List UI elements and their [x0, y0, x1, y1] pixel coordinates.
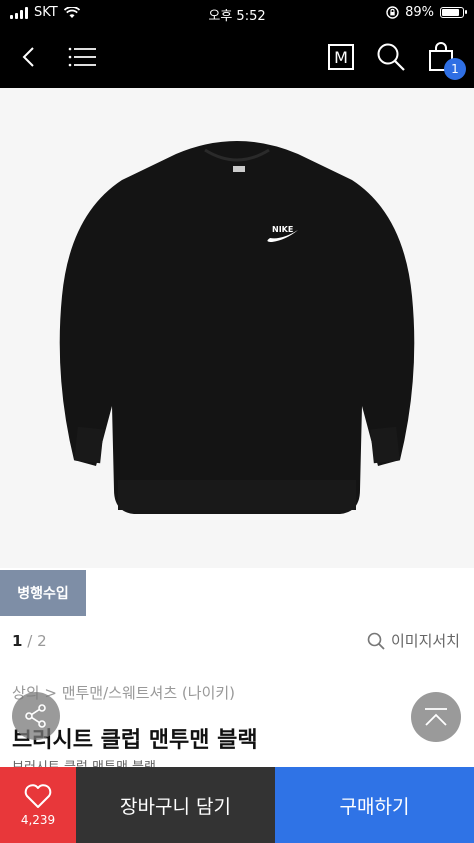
status-right: 89%: [386, 5, 467, 20]
product-image[interactable]: NIKE: [0, 88, 474, 568]
battery-icon: [440, 7, 467, 18]
pager-separator: /: [27, 632, 33, 650]
battery-fill: [442, 9, 459, 16]
top-navigation: M: [0, 26, 474, 88]
like-count: 4,239: [20, 813, 56, 827]
hamburger-menu-icon: [68, 47, 96, 67]
status-bar: SKT 오후 5:52 89%: [0, 0, 474, 26]
cart-count-badge: 1: [444, 58, 466, 80]
m-logo: M: [328, 44, 354, 70]
share-button[interactable]: [12, 692, 60, 740]
back-arrow-icon: [22, 47, 34, 67]
pager-current: 1: [12, 632, 23, 650]
menu-button[interactable]: [66, 26, 98, 88]
pager-total: 2: [37, 632, 47, 650]
m-button[interactable]: M: [326, 26, 356, 88]
nike-logo-text: NIKE: [272, 225, 293, 234]
sweatshirt-illustration: NIKE: [59, 141, 415, 514]
image-search-icon: [367, 632, 385, 650]
buy-now-button[interactable]: 구매하기: [275, 767, 474, 843]
image-search-label: 이미지서치: [390, 632, 460, 650]
bottom-action-bar: 4,239 장바구니 담기 구매하기: [0, 767, 474, 843]
battery-percent: 89%: [405, 5, 434, 20]
back-button[interactable]: [14, 26, 44, 88]
search-icon: [377, 43, 405, 71]
scroll-top-button[interactable]: [411, 692, 461, 742]
search-button[interactable]: [374, 26, 408, 88]
add-to-cart-button[interactable]: 장바구니 담기: [76, 767, 275, 843]
parallel-import-tag: 병행수입: [0, 570, 86, 616]
heart-icon: [24, 784, 52, 808]
like-button[interactable]: 4,239: [0, 767, 76, 843]
image-search-button[interactable]: 이미지서치: [367, 630, 460, 651]
arrow-up-icon: [425, 708, 447, 726]
share-icon: [25, 704, 46, 728]
image-pager: 1 / 2: [12, 632, 47, 650]
rotation-lock-icon: [386, 6, 399, 19]
